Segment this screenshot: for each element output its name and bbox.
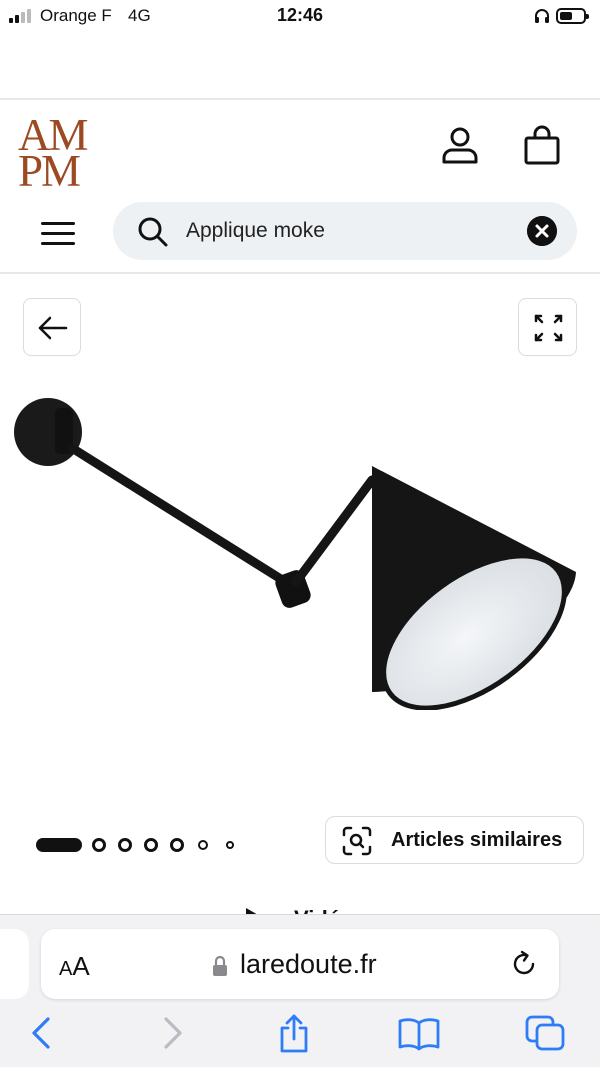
search-query: Applique moke [186,219,325,242]
ampm-logo[interactable]: AM PM [18,113,92,194]
search-input[interactable]: Applique moke [113,202,577,260]
previous-tab-preview[interactable] [0,929,29,999]
reload-icon[interactable] [509,949,539,979]
lamp-arm-lower [67,443,297,591]
share-icon[interactable] [276,1013,312,1053]
carousel-dot[interactable] [226,841,234,849]
shopping-bag-icon[interactable] [522,124,562,166]
account-icon[interactable] [440,125,480,165]
similar-articles-button[interactable]: Articles similaires [325,816,584,864]
address-bar[interactable]: AA laredoute.fr [41,929,559,999]
carousel-dot[interactable] [92,838,106,852]
product-image-wall-lamp[interactable] [0,370,600,710]
lamp-arm-upper [291,475,377,587]
forward-arrow-icon[interactable] [156,1013,188,1053]
site-header: AM PM Applique moke [0,98,600,274]
image-carousel-indicator [36,836,256,854]
back-arrow-icon[interactable] [26,1013,58,1053]
status-time: 12:46 [276,5,324,25]
fullscreen-button[interactable] [518,298,577,356]
aa-small: A [59,958,73,980]
expand-icon [534,314,563,342]
clear-search-icon[interactable] [527,216,557,246]
carousel-dot-active[interactable] [36,838,82,852]
similar-articles-label: Articles similaires [391,829,563,851]
search-icon [138,217,168,247]
hamburger-menu-icon[interactable] [40,220,76,248]
reader-options-button[interactable]: AA [59,951,90,982]
visual-search-icon [342,826,372,856]
lock-icon [213,955,227,976]
battery-icon [556,8,589,24]
aa-large: A [72,951,90,981]
url-text: laredoute.fr [240,949,377,979]
back-button[interactable] [23,298,81,356]
status-bar: Orange F 4G 12:46 [0,0,600,32]
browser-toolbar: AA laredoute.fr [0,914,600,1067]
carousel-dot[interactable] [170,838,184,852]
carousel-dot[interactable] [118,838,132,852]
carousel-dot[interactable] [198,840,208,850]
arrow-left-icon [38,316,68,340]
tabs-icon[interactable] [523,1013,567,1053]
headphones-icon [535,9,549,23]
carousel-dot[interactable] [144,838,158,852]
bookmarks-icon[interactable] [396,1013,442,1053]
